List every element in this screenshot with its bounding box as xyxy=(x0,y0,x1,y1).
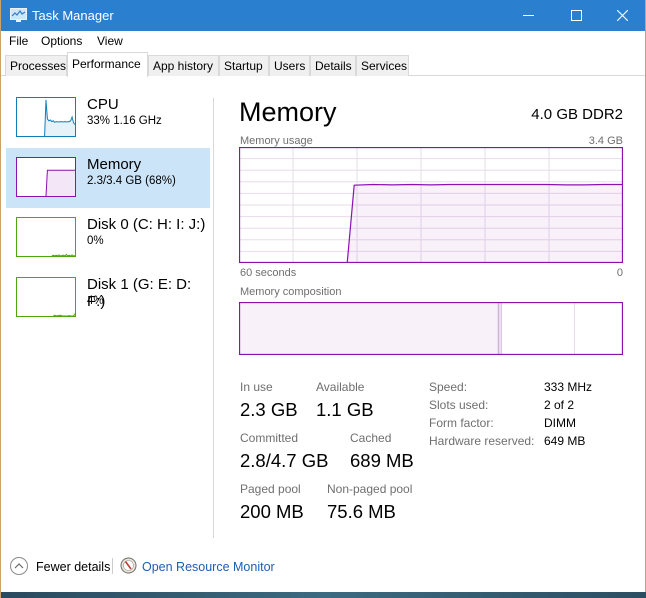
tab-services[interactable]: Services xyxy=(356,55,409,76)
footer-bar: Fewer details Open Resource Monitor xyxy=(1,553,645,583)
usage-chart-title: Memory usage xyxy=(240,135,313,147)
cached-label: Cached xyxy=(350,431,392,445)
page-title: Memory xyxy=(239,97,337,127)
menu-file[interactable]: File xyxy=(9,34,28,48)
sidebar-item-label: Disk 1 (G: E: D: F:) xyxy=(87,276,192,310)
title-bar[interactable]: Task Manager xyxy=(1,0,645,31)
sidebar-item-label: Disk 0 (C: H: I: J:) xyxy=(87,216,206,233)
committed-value: 2.8/4.7 GB xyxy=(240,450,329,471)
form-factor-label: Form factor: xyxy=(429,416,494,430)
open-resource-monitor-link[interactable]: Open Resource Monitor xyxy=(142,560,275,574)
disk1-thumbnail-graph xyxy=(16,277,76,317)
available-label: Available xyxy=(316,380,365,394)
paged-pool-label: Paged pool xyxy=(240,482,301,496)
memory-composition-chart xyxy=(239,302,623,355)
tab-app-history[interactable]: App history xyxy=(148,55,219,76)
maximize-button[interactable] xyxy=(553,0,599,31)
speed-value: 333 MHz xyxy=(544,380,593,394)
composition-segment-in-use xyxy=(239,302,499,355)
hardware-reserved-label: Hardware reserved: xyxy=(429,434,535,448)
tab-startup[interactable]: Startup xyxy=(219,55,269,76)
sidebar-item-disk-1[interactable]: Disk 1 (G: E: D: F:) 4% xyxy=(6,268,210,328)
window-title: Task Manager xyxy=(32,8,114,23)
menu-view[interactable]: View xyxy=(97,34,123,48)
tab-users[interactable]: Users xyxy=(269,55,310,76)
non-paged-pool-value: 75.6 MB xyxy=(327,501,396,522)
composition-segment-modified xyxy=(498,302,503,355)
memory-type-label: 4.0 GB DDR2 xyxy=(531,106,623,123)
slots-used-value: 2 of 2 xyxy=(544,398,575,412)
disk0-thumbnail-graph xyxy=(16,217,76,257)
non-paged-pool-label: Non-paged pool xyxy=(327,482,413,496)
memory-thumbnail-graph xyxy=(16,157,76,197)
tab-bar: Processes Performance App history Startu… xyxy=(1,52,645,77)
committed-label: Committed xyxy=(240,431,299,445)
performance-sidebar: CPU 33% 1.16 GHz Memory 2.3/3.4 GB (68%)… xyxy=(1,77,213,542)
close-button[interactable] xyxy=(599,0,645,31)
sidebar-item-detail: 33% 1.16 GHz xyxy=(87,115,162,127)
speed-label: Speed: xyxy=(429,380,468,394)
resource-monitor-icon[interactable] xyxy=(120,557,137,574)
desktop-background-strip xyxy=(1,592,646,598)
composition-segment-free xyxy=(575,302,623,355)
usage-chart-x-left: 60 seconds xyxy=(240,267,297,279)
composition-segment-standby xyxy=(502,302,575,355)
slots-used-label: Slots used: xyxy=(429,398,489,412)
memory-usage-chart xyxy=(239,147,623,263)
sidebar-item-detail: 2.3/3.4 GB (68%) xyxy=(87,175,176,187)
cached-value: 689 MB xyxy=(350,450,414,471)
cpu-thumbnail-graph xyxy=(16,97,76,137)
thumbnail-line xyxy=(53,313,75,316)
menu-options[interactable]: Options xyxy=(41,34,82,48)
tab-details[interactable]: Details xyxy=(310,55,356,76)
tab-processes[interactable]: Processes xyxy=(5,55,67,76)
available-value: 1.1 GB xyxy=(316,399,374,420)
close-icon xyxy=(616,10,628,21)
thumbnail-area xyxy=(44,99,75,136)
sidebar-item-detail: 4% xyxy=(87,295,104,307)
tab-performance[interactable]: Performance xyxy=(67,52,148,77)
maximize-icon xyxy=(570,10,582,21)
task-manager-app-icon xyxy=(10,8,27,22)
hardware-reserved-value: 649 MB xyxy=(544,434,586,448)
sidebar-item-disk-0[interactable]: Disk 0 (C: H: I: J:) 0% xyxy=(6,208,210,268)
usage-chart-x-right: 0 xyxy=(616,267,623,279)
sidebar-divider[interactable] xyxy=(213,98,214,538)
fewer-details-button[interactable]: Fewer details xyxy=(36,560,110,574)
minimize-button[interactable] xyxy=(505,0,551,31)
sidebar-item-label: CPU xyxy=(87,96,119,113)
paged-pool-value: 200 MB xyxy=(240,501,304,522)
task-manager-window: Task Manager File Options View Processes… xyxy=(0,0,646,598)
usage-chart-max: 3.4 GB xyxy=(588,135,623,147)
usage-area xyxy=(347,184,623,263)
sidebar-item-cpu[interactable]: CPU 33% 1.16 GHz xyxy=(6,88,210,148)
in-use-label: In use xyxy=(240,380,273,394)
in-use-value: 2.3 GB xyxy=(240,399,298,420)
sidebar-item-detail: 0% xyxy=(87,235,104,247)
footer-separator xyxy=(112,558,113,574)
form-factor-value: DIMM xyxy=(544,416,576,430)
sidebar-item-label: Memory xyxy=(87,156,142,173)
thumbnail-area xyxy=(46,170,75,196)
menu-bar: File Options View xyxy=(1,31,645,51)
sidebar-item-memory[interactable]: Memory 2.3/3.4 GB (68%) xyxy=(6,148,210,208)
composition-chart-title: Memory composition xyxy=(240,286,342,298)
minimize-icon xyxy=(522,15,534,16)
chevron-up-circle-icon[interactable] xyxy=(10,557,28,575)
